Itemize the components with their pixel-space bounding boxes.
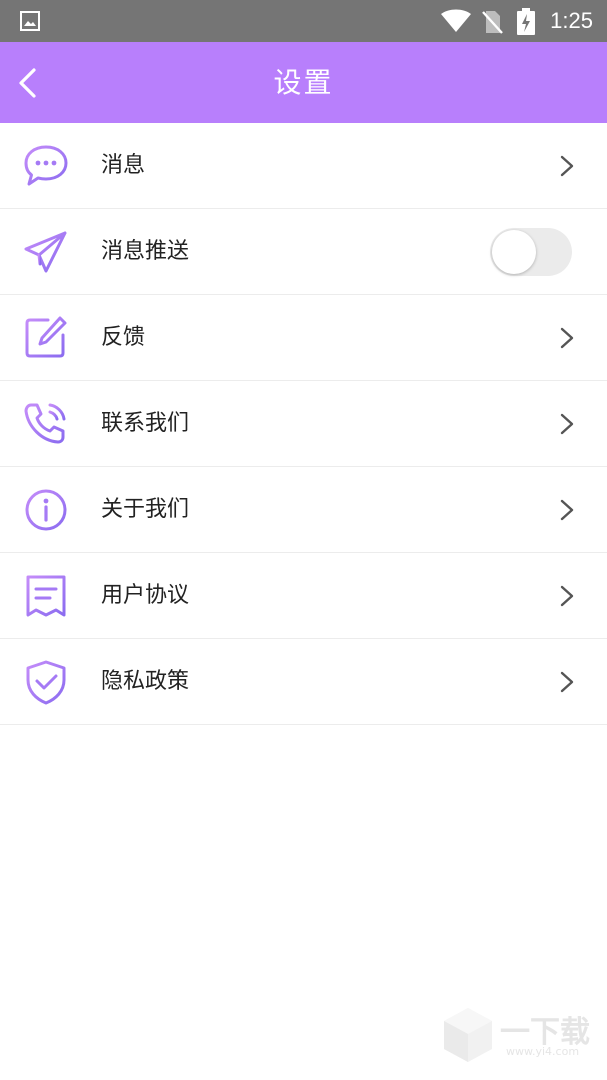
settings-item-messages[interactable]: 消息 bbox=[0, 123, 607, 209]
message-bubble-icon bbox=[24, 145, 68, 186]
wifi-icon bbox=[441, 9, 471, 32]
settings-item-contact[interactable]: 联系我们 bbox=[0, 381, 607, 467]
status-time: 1:25 bbox=[550, 8, 593, 33]
settings-item-label: 隐私政策 bbox=[101, 669, 190, 694]
edit-note-icon bbox=[25, 316, 67, 358]
chevron-right-icon bbox=[560, 499, 574, 521]
settings-item-label: 联系我们 bbox=[101, 411, 190, 436]
battery-charging-icon bbox=[517, 8, 535, 35]
chevron-right-icon bbox=[560, 155, 574, 177]
push-toggle[interactable] bbox=[490, 228, 572, 276]
settings-item-label: 消息推送 bbox=[101, 239, 190, 264]
document-icon bbox=[26, 575, 66, 617]
settings-item-push: 消息推送 bbox=[0, 209, 607, 295]
watermark: 一下载 www.yi4.com bbox=[440, 1005, 590, 1067]
toggle-knob bbox=[492, 230, 536, 274]
chevron-right-icon bbox=[560, 671, 574, 693]
chevron-right-icon bbox=[560, 413, 574, 435]
cube-logo-icon bbox=[444, 1008, 492, 1062]
settings-item-feedback[interactable]: 反馈 bbox=[0, 295, 607, 381]
info-icon bbox=[25, 489, 67, 531]
settings-item-about[interactable]: 关于我们 bbox=[0, 467, 607, 553]
app-bar: 设置 bbox=[0, 42, 607, 123]
settings-item-label: 关于我们 bbox=[101, 497, 190, 522]
settings-item-label: 反馈 bbox=[101, 325, 146, 350]
settings-list: 消息 消息推送 反馈 联系我们 关于我们 用户协议 隐私政策 bbox=[0, 123, 607, 725]
gallery-icon bbox=[20, 11, 40, 31]
settings-item-privacy[interactable]: 隐私政策 bbox=[0, 639, 607, 725]
chevron-right-icon bbox=[560, 327, 574, 349]
status-bar: 1:25 bbox=[0, 0, 607, 42]
no-sim-icon bbox=[482, 11, 503, 34]
watermark-url: www.yi4.com bbox=[506, 1045, 580, 1058]
chevron-right-icon bbox=[560, 585, 574, 607]
settings-item-agreement[interactable]: 用户协议 bbox=[0, 553, 607, 639]
settings-item-label: 消息 bbox=[101, 153, 146, 178]
page-title: 设置 bbox=[273, 66, 334, 99]
settings-item-label: 用户协议 bbox=[101, 583, 190, 608]
phone-icon bbox=[24, 403, 66, 444]
paper-plane-icon bbox=[24, 231, 67, 273]
shield-check-icon bbox=[26, 660, 66, 705]
